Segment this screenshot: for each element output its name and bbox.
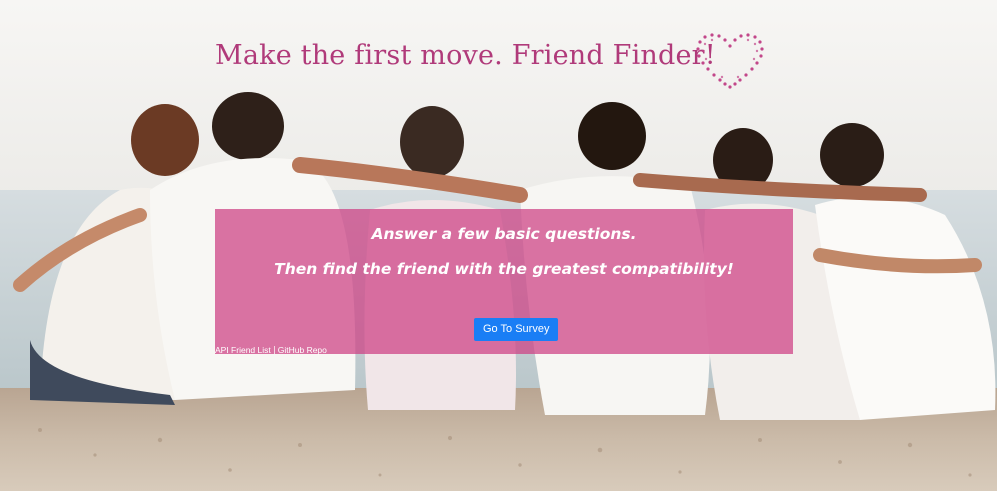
friend-finder-page: Make the first move. Friend Finder! Answ… xyxy=(0,0,997,491)
api-friend-list-link[interactable]: API Friend List xyxy=(215,345,271,355)
intro-line-1: Answer a few basic questions. xyxy=(371,225,637,243)
github-repo-link[interactable]: GitHub Repo xyxy=(278,345,327,355)
jumbotron-overlay: Answer a few basic questions. Then find … xyxy=(215,209,793,355)
footer-links: API Friend List GitHub Repo xyxy=(215,345,327,355)
page-title: Make the first move. Friend Finder! xyxy=(215,40,716,71)
dotted-heart-icon xyxy=(696,33,764,89)
link-separator xyxy=(273,346,275,354)
go-to-survey-button[interactable]: Go To Survey xyxy=(474,318,559,341)
intro-line-2: Then find the friend with the greatest c… xyxy=(274,260,734,278)
